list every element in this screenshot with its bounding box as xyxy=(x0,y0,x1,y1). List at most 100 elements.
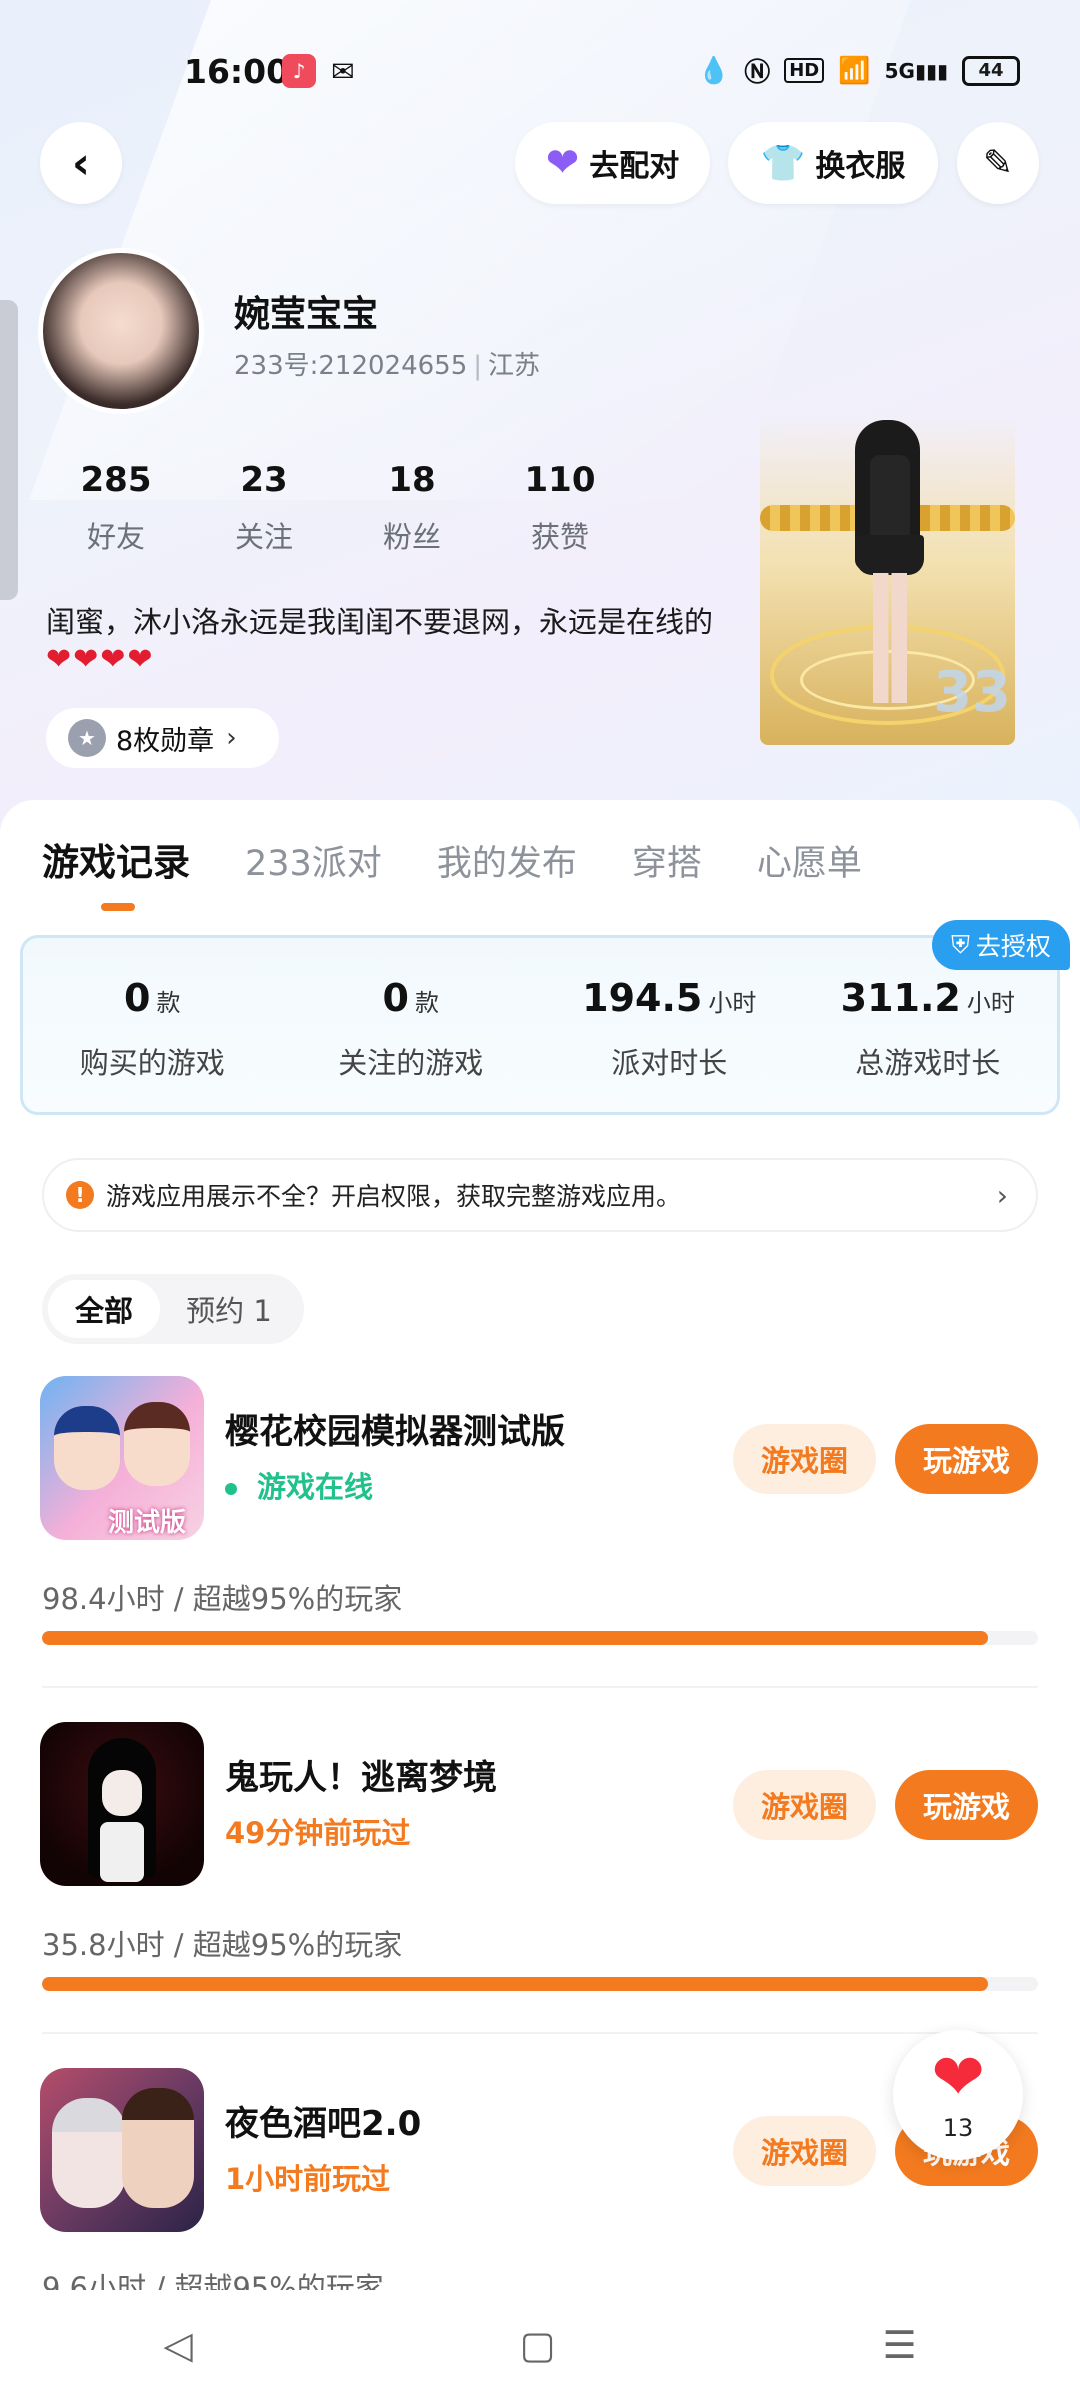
notice-text: 游戏应用展示不全？开启权限，获取完整游戏应用。 xyxy=(106,1182,682,1211)
character-skirt xyxy=(856,535,924,575)
character-art xyxy=(124,1402,190,1486)
summary-value: 0 xyxy=(382,976,409,1020)
game-circle-button[interactable]: 游戏圈 xyxy=(733,1424,876,1494)
game-status-text: 游戏在线 xyxy=(257,1470,374,1504)
summary-purchased-games[interactable]: 0款 购买的游戏 xyxy=(23,938,282,1112)
status-icons: 💧 Ⓝ HD 📶 5G▮▮▮ 44 xyxy=(698,52,1020,89)
play-game-button[interactable]: 玩游戏 xyxy=(895,1424,1038,1494)
heart-icon: ❤ xyxy=(931,2041,985,2115)
tab-outfits[interactable]: 穿搭 xyxy=(632,835,702,886)
medal-icon: ★ xyxy=(68,719,106,757)
character-art xyxy=(122,2088,194,2208)
game-status: 游戏在线 xyxy=(225,1464,373,1506)
tab-my-posts[interactable]: 我的发布 xyxy=(437,835,577,886)
authorize-button[interactable]: ⛨ 去授权 xyxy=(932,920,1070,970)
game-circle-button[interactable]: 游戏圈 xyxy=(733,2116,876,2186)
nav-home-icon[interactable]: ▢ xyxy=(520,2323,556,2367)
game-summary-card: 0款 购买的游戏 0款 关注的游戏 194.5 小时 派对时长 311.2 小时 总… xyxy=(20,935,1060,1115)
playtime-progress xyxy=(42,1631,1038,1645)
game-icon[interactable] xyxy=(40,2068,204,2232)
summary-unit: 款 xyxy=(414,989,439,1017)
stat-label: 获赞 xyxy=(530,520,589,554)
summary-value: 194.5 xyxy=(582,976,703,1020)
profile-tabs: 游戏记录 233派对 我的发布 穿搭 心愿单 xyxy=(42,832,862,886)
filter-reserved[interactable]: 预约 1 xyxy=(160,1280,298,1338)
game-status: 49分钟前玩过 xyxy=(225,1816,411,1850)
tab-wishlist[interactable]: 心愿单 xyxy=(757,835,862,886)
stat-following[interactable]: 23 关注 xyxy=(190,460,338,556)
playtime-text: 9.6小时 / 超越95%的玩家 xyxy=(42,2271,384,2290)
stat-label: 关注 xyxy=(234,520,293,554)
avatar[interactable] xyxy=(38,248,204,414)
summary-unit: 小时 xyxy=(708,989,757,1017)
character-art xyxy=(100,1822,144,1882)
status-bar: 16:00 ♪ ✉ 💧 Ⓝ HD 📶 5G▮▮▮ 44 xyxy=(0,0,1080,140)
separator: | xyxy=(473,351,483,381)
tab-233-party[interactable]: 233派对 xyxy=(245,835,382,886)
floating-like-button[interactable]: ❤ 13 xyxy=(893,2030,1023,2160)
game-icon[interactable] xyxy=(40,1722,204,1886)
character-art xyxy=(102,1770,142,1816)
bio-hearts: ❤❤❤❤ xyxy=(46,642,155,677)
wechat-icon: ✉ xyxy=(331,54,355,88)
playtime-text: 98.4小时 / 超越95%的玩家 xyxy=(42,1582,403,1616)
wifi-icon: 📶 xyxy=(838,55,871,86)
double-heart-icon: ❤ xyxy=(545,140,580,186)
user-id[interactable]: 233号:212024655 xyxy=(234,351,467,381)
username: 婉莹宝宝 xyxy=(234,294,379,335)
stat-likes[interactable]: 110 获赞 xyxy=(486,460,634,556)
system-navigation-bar: ◁ ▢ ☰ xyxy=(0,2290,1080,2400)
bio-text: 闺蜜，沐小洛永远是我闺闺不要退网，永远是在线的 xyxy=(46,605,714,639)
signal-icon: 5G▮▮▮ xyxy=(884,58,948,83)
nav-back-icon[interactable]: ◁ xyxy=(163,2323,192,2367)
game-circle-button[interactable]: 游戏圈 xyxy=(733,1770,876,1840)
stat-value: 285 xyxy=(80,460,152,500)
stat-value: 110 xyxy=(524,460,596,500)
game-item[interactable]: 测试版 樱花校园模拟器测试版 游戏在线 游戏圈 玩游戏 98.4小时 / 超越9… xyxy=(0,1376,1080,1721)
nav-recents-icon[interactable]: ☰ xyxy=(882,2323,916,2367)
game-item[interactable]: 鬼玩人！逃离梦境 49分钟前玩过 游戏圈 玩游戏 35.8小时 / 超越95%的… xyxy=(0,1722,1080,2067)
chevron-right-icon: › xyxy=(226,723,237,753)
pencil-icon: ✎ xyxy=(982,142,1014,184)
character-art xyxy=(52,2098,126,2208)
shield-check-icon: ⛨ xyxy=(951,930,970,959)
play-game-button[interactable]: 玩游戏 xyxy=(895,1770,1038,1840)
summary-unit: 小时 xyxy=(966,989,1015,1017)
game-title: 夜色酒吧2.0 xyxy=(225,2104,422,2144)
summary-label: 购买的游戏 xyxy=(79,1046,225,1080)
side-drawer-handle[interactable] xyxy=(0,300,18,600)
progress-fill xyxy=(42,1631,989,1645)
medals-button[interactable]: ★ 8枚勋章 › xyxy=(46,708,279,768)
chevron-left-icon: ‹ xyxy=(71,137,91,189)
back-button[interactable]: ‹ xyxy=(40,122,122,204)
game-title: 鬼玩人！逃离梦境 xyxy=(225,1758,497,1798)
profile-stats: 285 好友 23 关注 18 粉丝 110 获赞 xyxy=(42,460,634,556)
filter-all[interactable]: 全部 xyxy=(48,1280,160,1338)
stat-friends[interactable]: 285 好友 xyxy=(42,460,190,556)
medals-label: 8枚勋章 xyxy=(116,725,215,757)
stat-value: 23 xyxy=(240,460,288,500)
avatar-3d-character[interactable]: 33 xyxy=(760,415,1015,745)
character-art xyxy=(54,1406,120,1490)
authorize-label: 去授权 xyxy=(975,932,1051,961)
character-body xyxy=(870,455,910,545)
summary-followed-games[interactable]: 0款 关注的游戏 xyxy=(282,938,541,1112)
permission-notice[interactable]: ! 游戏应用展示不全？开启权限，获取完整游戏应用。 › xyxy=(42,1158,1038,1232)
change-outfit-button[interactable]: 👕 换衣服 xyxy=(728,122,938,204)
battery-level: 44 xyxy=(978,60,1004,81)
summary-party-time[interactable]: 194.5 小时 派对时长 xyxy=(540,938,799,1112)
game-icon[interactable]: 测试版 xyxy=(40,1376,204,1540)
pair-button[interactable]: ❤ 去配对 xyxy=(515,122,710,204)
tab-indicator xyxy=(101,903,135,911)
summary-value: 0 xyxy=(124,976,151,1020)
game-status: 1小时前玩过 xyxy=(225,2162,391,2196)
tab-game-records[interactable]: 游戏记录 xyxy=(42,832,190,886)
logo-watermark: 33 xyxy=(933,660,1011,725)
edit-profile-button[interactable]: ✎ xyxy=(957,122,1039,204)
summary-label: 派对时长 xyxy=(611,1046,728,1080)
stat-fans[interactable]: 18 粉丝 xyxy=(338,460,486,556)
stat-label: 好友 xyxy=(86,520,145,554)
outfit-label: 换衣服 xyxy=(815,149,906,184)
game-filter: 全部 预约 1 xyxy=(42,1274,304,1344)
user-location: 江苏 xyxy=(488,351,541,381)
